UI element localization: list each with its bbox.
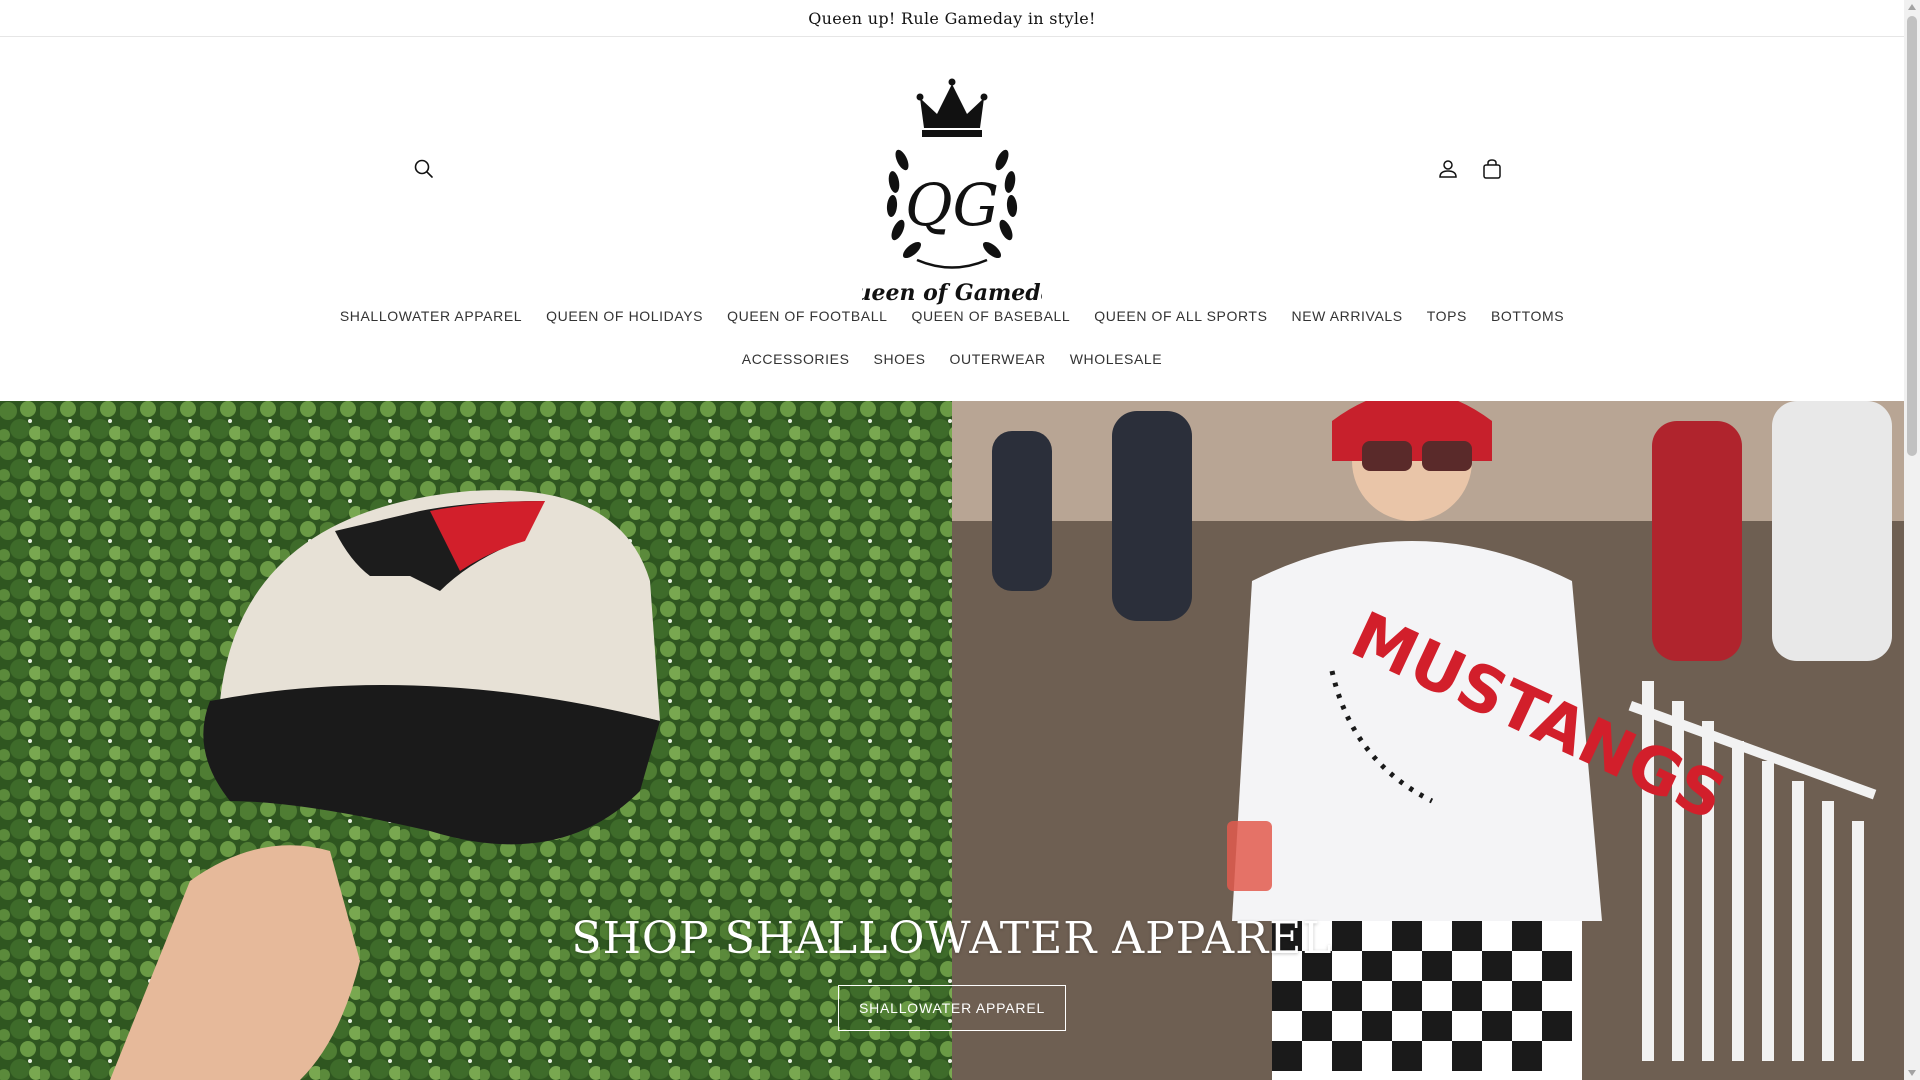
nav-item-bottoms[interactable]: BOTTOMS [1479,306,1576,326]
search-button[interactable] [402,147,446,191]
account-icon [1439,160,1457,178]
nav-item-queen-of-baseball[interactable]: QUEEN OF BASEBALL [899,306,1082,326]
nav-item-outerwear[interactable]: OUTERWEAR [938,349,1058,369]
cart-icon [1483,159,1501,179]
main-nav-row-1: SHALLOWATER APPAREL QUEEN OF HOLIDAYS QU… [0,306,1904,326]
cap-photo-illustration [0,401,952,1080]
scroll-up-icon[interactable] [1908,4,1916,10]
nav-item-queen-of-holidays[interactable]: QUEEN OF HOLIDAYS [534,306,715,326]
nav-item-shoes[interactable]: SHOES [862,349,938,369]
logo[interactable]: QG Queen of Gameday [836,70,1070,310]
nav-item-tops[interactable]: TOPS [1415,306,1479,326]
account-button[interactable] [1426,147,1470,191]
page-scrollbar[interactable] [1904,0,1920,1080]
hero-banner: MUSTANGS SHOP SHALLOWATER APPAREL SHALLO… [0,401,1904,1080]
logo-text: Queen of Gameday [862,280,1042,306]
hero-image-sweatshirt: MUSTANGS [952,401,1904,1080]
nav-item-accessories[interactable]: ACCESSORIES [730,349,862,369]
cart-button[interactable] [1470,147,1514,191]
main-nav-row-2: ACCESSORIES SHOES OUTERWEAR WHOLESALE [0,349,1904,369]
announcement-text: Queen up! Rule Gameday in style! [808,8,1096,28]
hero-image-cap [0,401,952,1080]
nav-item-queen-of-all-sports[interactable]: QUEEN OF ALL SPORTS [1082,306,1279,326]
nav-item-wholesale[interactable]: WHOLESALE [1058,349,1175,369]
search-icon [414,159,433,178]
nav-item-shallowater-apparel[interactable]: SHALLOWATER APPAREL [328,306,534,326]
scroll-thumb[interactable] [1907,16,1917,456]
announcement-bar: Queen up! Rule Gameday in style! [0,0,1904,37]
shop-shallowater-button[interactable]: SHALLOWATER APPAREL [838,985,1066,1031]
nav-item-new-arrivals[interactable]: NEW ARRIVALS [1280,306,1415,326]
nav-item-queen-of-football[interactable]: QUEEN OF FOOTBALL [715,306,899,326]
scroll-down-icon[interactable] [1908,1070,1916,1076]
site-header: QG Queen of Gameday SHALLOWATER APPAREL … [0,37,1904,401]
hero-title: SHOP SHALLOWATER APPAREL [571,913,1333,964]
crown-laurel-icon: QG Queen of Gameday [836,78,1070,306]
sweatshirt-photo-illustration: MUSTANGS [952,401,1904,1080]
logo-monogram: QG [905,171,999,239]
